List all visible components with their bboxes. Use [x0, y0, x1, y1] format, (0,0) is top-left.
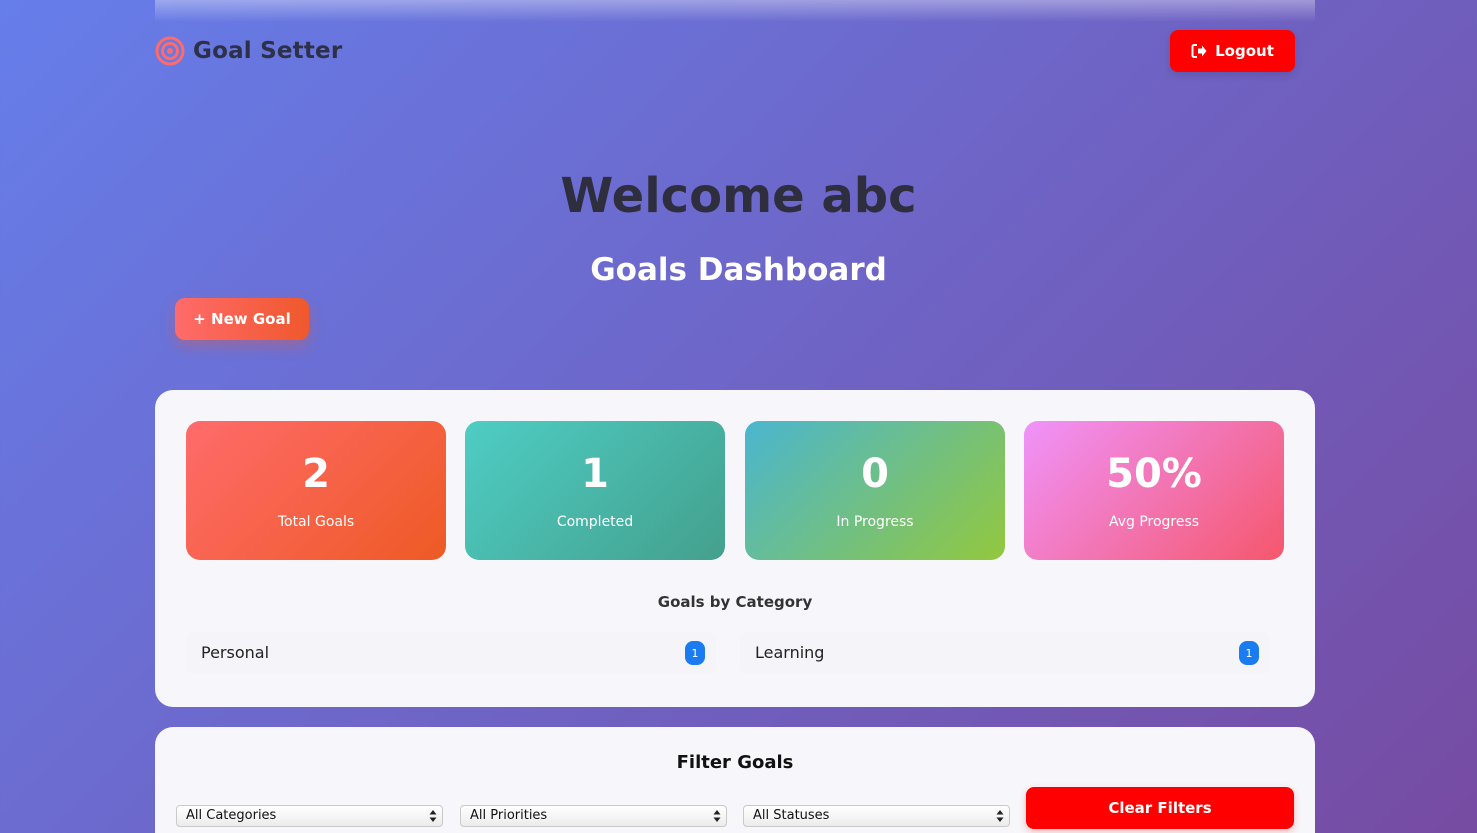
- stat-card-avg-progress: 50% Avg Progress: [1024, 421, 1284, 560]
- priority-select[interactable]: All Priorities: [460, 805, 727, 827]
- stat-value: 50%: [1106, 451, 1202, 497]
- stat-label: In Progress: [836, 514, 914, 530]
- category-section-title: Goals by Category: [657, 593, 813, 611]
- logout-label: Logout: [1215, 42, 1274, 60]
- brand[interactable]: Goal Setter: [155, 36, 342, 66]
- category-name: Personal: [201, 643, 270, 662]
- dashboard-title: Goals Dashboard: [590, 252, 887, 288]
- stat-label: Avg Progress: [1108, 514, 1200, 530]
- updown-arrows-icon: [713, 810, 721, 822]
- filter-panel: Filter Goals All Categories All Prioriti…: [155, 727, 1315, 833]
- updown-arrows-icon: [429, 810, 437, 822]
- welcome-heading: Welcome abc: [560, 168, 917, 224]
- sign-out-icon: [1191, 44, 1207, 58]
- clear-filters-button[interactable]: Clear Filters: [1026, 787, 1294, 829]
- stat-label: Total Goals: [277, 514, 355, 530]
- status-select[interactable]: All Statuses: [743, 805, 1010, 827]
- category-name: Learning: [755, 643, 825, 662]
- app-header: Goal Setter Logout: [155, 30, 1295, 72]
- status-select-value: All Statuses: [753, 808, 830, 823]
- stat-value: 2: [302, 451, 330, 497]
- stats-panel: 2 Total Goals 1 Completed 0 In Progress …: [155, 390, 1315, 707]
- stat-label: Completed: [556, 514, 634, 530]
- category-item-personal: Personal 1: [186, 632, 716, 674]
- stat-value: 1: [581, 451, 609, 497]
- category-count-badge: 1: [685, 641, 705, 665]
- logout-button[interactable]: Logout: [1170, 30, 1295, 72]
- filter-title: Filter Goals: [676, 752, 794, 773]
- stat-card-in-progress: 0 In Progress: [745, 421, 1005, 560]
- target-icon: [155, 36, 185, 66]
- updown-arrows-icon: [996, 810, 1004, 822]
- category-select-value: All Categories: [186, 808, 277, 823]
- stat-value: 0: [861, 451, 889, 497]
- stat-card-total-goals: 2 Total Goals: [186, 421, 446, 560]
- priority-select-value: All Priorities: [470, 808, 548, 823]
- brand-name: Goal Setter: [193, 38, 343, 64]
- category-count-badge: 1: [1239, 641, 1259, 665]
- category-select[interactable]: All Categories: [176, 805, 443, 827]
- top-highlight: [155, 0, 1315, 22]
- new-goal-button[interactable]: + New Goal: [175, 298, 309, 340]
- category-item-learning: Learning 1: [740, 632, 1270, 674]
- stat-card-completed: 1 Completed: [465, 421, 725, 560]
